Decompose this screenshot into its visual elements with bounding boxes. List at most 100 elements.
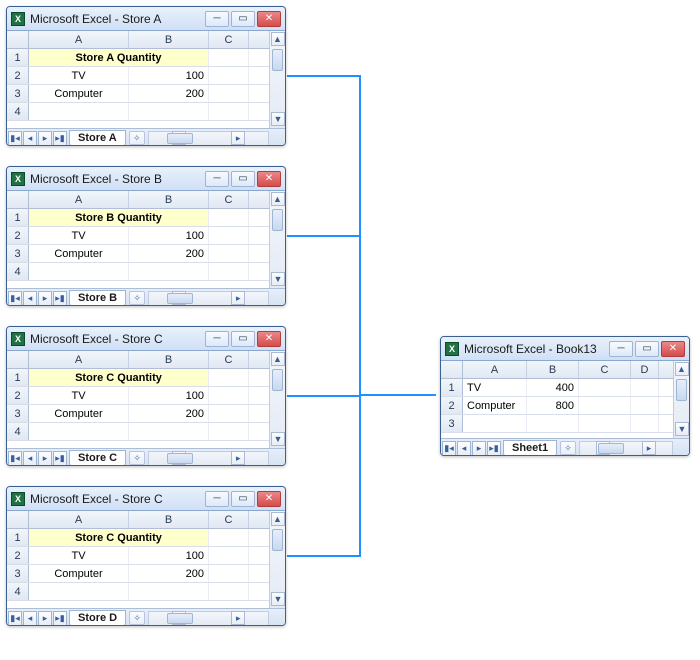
row-header-4[interactable]: 4 [7, 263, 29, 280]
tab-prev-button[interactable]: ◂ [457, 441, 471, 456]
tab-last-button[interactable]: ▸▮ [53, 451, 67, 466]
sheet-tab[interactable]: Store B [69, 290, 126, 307]
tab-last-button[interactable]: ▸▮ [53, 291, 67, 306]
cell[interactable]: Computer [29, 565, 129, 582]
cell[interactable]: 200 [129, 85, 209, 102]
column-header-b[interactable]: B [129, 511, 209, 528]
new-sheet-button[interactable]: ✧ [560, 441, 576, 455]
tab-last-button[interactable]: ▸▮ [53, 611, 67, 626]
column-header-b[interactable]: B [527, 361, 579, 378]
cell[interactable] [209, 583, 249, 600]
column-header-b[interactable]: B [129, 351, 209, 368]
cell[interactable]: Computer [29, 405, 129, 422]
vertical-scrollbar[interactable]: ▲ ▼ [673, 361, 689, 438]
row-header-4[interactable]: 4 [7, 103, 29, 120]
cell[interactable]: Computer [29, 85, 129, 102]
row-header-3[interactable]: 3 [7, 85, 29, 102]
cell[interactable] [579, 397, 631, 414]
tab-next-button[interactable]: ▸ [38, 611, 52, 626]
cell[interactable]: 200 [129, 565, 209, 582]
column-header-c[interactable]: C [209, 511, 249, 528]
select-all-corner[interactable] [7, 31, 29, 48]
horizontal-scrollbar[interactable]: ◂ ▸ [579, 441, 673, 456]
scroll-right-icon[interactable]: ▸ [231, 451, 245, 465]
select-all-corner[interactable] [441, 361, 463, 378]
vertical-scrollbar[interactable]: ▲ ▼ [269, 31, 285, 128]
row-header-2[interactable]: 2 [7, 227, 29, 244]
titlebar[interactable]: Microsoft Excel - Store B ─ ▭ ✕ [7, 167, 285, 191]
tab-first-button[interactable]: ▮◂ [8, 451, 22, 466]
row-header-1[interactable]: 1 [441, 379, 463, 396]
sheet-tab[interactable]: Store D [69, 610, 126, 627]
cell[interactable] [631, 415, 659, 432]
scroll-right-icon[interactable]: ▸ [231, 611, 245, 625]
titlebar[interactable]: Microsoft Excel - Book13 ─ ▭ ✕ [441, 337, 689, 361]
new-sheet-button[interactable]: ✧ [129, 451, 145, 465]
cell[interactable] [209, 423, 249, 440]
row-header-4[interactable]: 4 [7, 423, 29, 440]
row-header-2[interactable]: 2 [7, 67, 29, 84]
select-all-corner[interactable] [7, 191, 29, 208]
merged-header-cell[interactable]: Store A Quantity [29, 49, 209, 66]
worksheet[interactable]: A B C D 1 TV 400 2 Computer 800 [441, 361, 689, 456]
column-header-a[interactable]: A [463, 361, 527, 378]
maximize-button[interactable]: ▭ [231, 331, 255, 347]
scroll-down-icon[interactable]: ▼ [271, 272, 285, 286]
close-button[interactable]: ✕ [257, 11, 281, 27]
row-header-2[interactable]: 2 [7, 387, 29, 404]
scroll-thumb[interactable] [167, 613, 193, 624]
tab-first-button[interactable]: ▮◂ [8, 291, 22, 306]
tab-first-button[interactable]: ▮◂ [8, 131, 22, 146]
tab-prev-button[interactable]: ◂ [23, 451, 37, 466]
row-header-1[interactable]: 1 [7, 369, 29, 386]
minimize-button[interactable]: ─ [205, 11, 229, 27]
cell[interactable]: TV [29, 387, 129, 404]
tab-next-button[interactable]: ▸ [472, 441, 486, 456]
tab-next-button[interactable]: ▸ [38, 451, 52, 466]
vertical-scrollbar[interactable]: ▲ ▼ [269, 351, 285, 448]
scroll-up-icon[interactable]: ▲ [271, 32, 285, 46]
titlebar[interactable]: Microsoft Excel - Store C ─ ▭ ✕ [7, 487, 285, 511]
scroll-thumb[interactable] [272, 209, 283, 231]
cell[interactable] [129, 423, 209, 440]
cell[interactable] [209, 245, 249, 262]
new-sheet-button[interactable]: ✧ [129, 131, 145, 145]
column-header-a[interactable]: A [29, 31, 129, 48]
minimize-button[interactable]: ─ [205, 331, 229, 347]
row-header-3[interactable]: 3 [7, 245, 29, 262]
cell[interactable] [29, 583, 129, 600]
scroll-thumb[interactable] [167, 133, 193, 144]
tab-next-button[interactable]: ▸ [38, 291, 52, 306]
sheet-tab[interactable]: Store C [69, 450, 126, 467]
cell[interactable] [209, 85, 249, 102]
merged-header-cell[interactable]: Store C Quantity [29, 529, 209, 546]
maximize-button[interactable]: ▭ [231, 171, 255, 187]
row-header-3[interactable]: 3 [441, 415, 463, 432]
scroll-up-icon[interactable]: ▲ [271, 192, 285, 206]
cell[interactable] [579, 379, 631, 396]
worksheet[interactable]: A B C 1 Store C Quantity 2 TV 100 3 [7, 351, 285, 466]
worksheet[interactable]: A B C 1 Store C Quantity 2 TV 100 3 [7, 511, 285, 626]
scroll-up-icon[interactable]: ▲ [271, 352, 285, 366]
cell[interactable] [209, 369, 249, 386]
maximize-button[interactable]: ▭ [635, 341, 659, 357]
cell[interactable] [209, 565, 249, 582]
scroll-thumb[interactable] [598, 443, 624, 454]
cell[interactable] [209, 547, 249, 564]
cell[interactable]: 100 [129, 67, 209, 84]
cell[interactable] [631, 379, 659, 396]
new-sheet-button[interactable]: ✧ [129, 611, 145, 625]
scroll-thumb[interactable] [676, 379, 687, 401]
row-header-3[interactable]: 3 [7, 565, 29, 582]
cell[interactable] [209, 103, 249, 120]
column-header-c[interactable]: C [209, 351, 249, 368]
tab-last-button[interactable]: ▸▮ [53, 131, 67, 146]
column-header-a[interactable]: A [29, 511, 129, 528]
titlebar[interactable]: Microsoft Excel - Store C ─ ▭ ✕ [7, 327, 285, 351]
scroll-thumb[interactable] [167, 453, 193, 464]
cell[interactable]: 100 [129, 547, 209, 564]
vertical-scrollbar[interactable]: ▲ ▼ [269, 191, 285, 288]
cell[interactable] [29, 263, 129, 280]
cell[interactable] [209, 529, 249, 546]
cell[interactable]: Computer [463, 397, 527, 414]
